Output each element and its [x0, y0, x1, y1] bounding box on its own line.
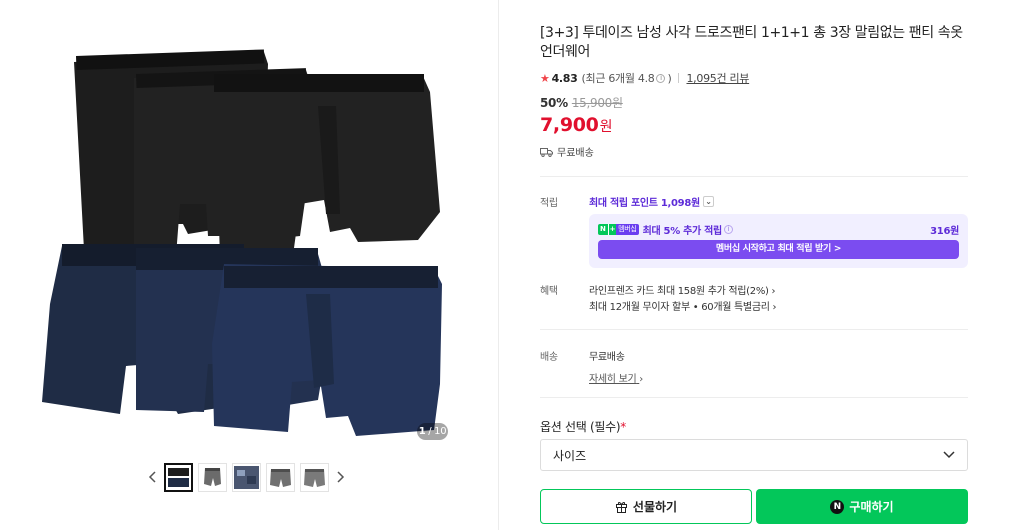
benefit-card-link[interactable]: 라인프렌즈 카드 최대 158원 추가 적립(2%) ›: [589, 282, 776, 297]
points-label: 적립: [540, 198, 558, 209]
thumbnail-4[interactable]: [266, 462, 295, 492]
product-gallery: 1 / 10: [0, 0, 498, 530]
buy-button-label: 구매하기: [849, 500, 894, 514]
gift-icon: [615, 502, 627, 513]
delivery-detail-link[interactable]: 자세히 보기 ›: [589, 370, 643, 385]
chevron-right-icon: ›: [639, 374, 643, 385]
divider: [540, 397, 968, 398]
rating-recent-close: ): [667, 71, 672, 85]
start-membership-button[interactable]: 멤버십 시작하고 최대 적립 받기 >: [598, 240, 959, 259]
sale-price: 7,900: [540, 114, 599, 136]
black-boxers-group: [74, 49, 440, 260]
review-count-link[interactable]: 1,095건 리뷰: [686, 70, 749, 86]
vertical-divider: [498, 0, 499, 530]
shipping-badge-label: 무료배송: [557, 148, 594, 159]
separator: [678, 73, 680, 83]
product-info: [3+3] 투데이즈 남성 사각 드로즈팬티 1+1+1 총 3장 말림없는 팬…: [540, 0, 968, 530]
required-mark: *: [620, 420, 626, 434]
gift-button-label: 선물하기: [632, 500, 678, 514]
price-unit: 원: [599, 119, 613, 135]
size-select-value: 사이즈: [553, 448, 587, 463]
chevron-right-icon: [337, 471, 345, 483]
membership-row: N + 멤버십 최대 5% 추가 적립 i 316원: [598, 222, 959, 237]
membership-extra-text: 최대 5% 추가 적립: [642, 225, 723, 237]
buy-button[interactable]: N 구매하기: [756, 489, 968, 524]
delivery-value: 무료배송: [589, 352, 625, 363]
product-title: [3+3] 투데이즈 남성 사각 드로즈팬티 1+1+1 총 3장 말림없는 팬…: [540, 25, 963, 60]
sale-price-row: 7,900 원: [540, 114, 613, 136]
rating-score: 4.83: [551, 71, 578, 85]
npay-n-icon: N: [830, 499, 845, 514]
max-points-link[interactable]: 최대 적립 포인트 1,098원 ⌄: [589, 194, 714, 209]
delivery-label: 배송: [540, 352, 558, 363]
thumbnail-3[interactable]: [232, 462, 261, 492]
thumbnail-2[interactable]: [198, 462, 227, 492]
gift-button[interactable]: 선물하기: [540, 489, 752, 524]
rating-recent: (최근 6개월 4.8: [581, 72, 655, 85]
divider: [540, 176, 968, 177]
benefit-installment-link[interactable]: 최대 12개월 무이자 할부 • 60개월 특별금리 ›: [589, 298, 776, 313]
chevron-right-icon: ›: [771, 286, 776, 297]
option-label: 옵션 선택 (필수)*: [540, 420, 626, 434]
membership-amount: 316원: [930, 225, 959, 237]
rating-row: ★ 4.83 (최근 6개월 4.8 i ) 1,095건 리뷰: [540, 70, 749, 86]
product-main-image[interactable]: [38, 44, 456, 442]
info-icon[interactable]: i: [723, 224, 733, 234]
thumbnail-1[interactable]: [164, 462, 193, 492]
thumbnail-5[interactable]: [300, 462, 329, 492]
chevron-down-icon: ⌄: [702, 196, 714, 207]
chevron-down-icon: [943, 451, 955, 459]
size-select[interactable]: 사이즈: [540, 439, 968, 471]
membership-box: N + 멤버십 최대 5% 추가 적립 i 316원 멤버십 시작하고 최대 적립 …: [589, 214, 968, 268]
thumbnail-prev-button[interactable]: [145, 467, 159, 487]
original-price: 15,900원: [571, 96, 623, 110]
thumbnail-strip: [145, 460, 348, 494]
truck-icon: [540, 147, 553, 157]
thumbnail-next-button[interactable]: [334, 467, 348, 487]
divider: [540, 329, 968, 330]
npay-membership-badge: N + 멤버십: [598, 223, 639, 235]
shipping-badge: 무료배송: [540, 144, 594, 159]
discount-rate: 50%: [540, 95, 568, 110]
star-icon: ★: [540, 71, 550, 85]
chevron-right-icon: ›: [772, 302, 777, 313]
info-icon[interactable]: i: [656, 73, 666, 83]
counter-total: / 10: [425, 426, 447, 437]
discount-row: 50% 15,900원: [540, 94, 623, 111]
chevron-left-icon: [148, 471, 156, 483]
image-counter: 1 / 10: [417, 423, 448, 440]
benefits-label: 혜택: [540, 286, 558, 297]
navy-boxers-group: [42, 244, 442, 436]
max-points-text: 최대 적립 포인트 1,098원: [589, 198, 700, 209]
product-page: 1 / 10 [3+3] 투데이즈 남성 사각 드로즈팬티 1+1+1 총 3장…: [0, 0, 1024, 530]
